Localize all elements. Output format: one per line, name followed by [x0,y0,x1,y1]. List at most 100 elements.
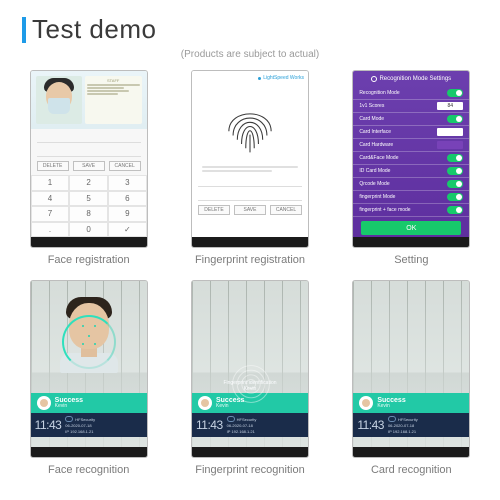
info-bar: 11:43 HFSecurity 06-2020-07-18 IP 192.16… [353,413,469,437]
clock: 11:43 [357,418,384,432]
fp-input-1[interactable] [198,175,302,187]
key-6[interactable]: 6 [108,191,147,207]
caption-card-recognition: Card recognition [371,464,452,476]
key-5[interactable]: 5 [69,191,108,207]
success-banner: Success Kevin [192,393,308,413]
android-nav-bar [31,237,147,247]
android-nav-bar [192,447,308,457]
page-title: Test demo [32,14,156,45]
key-dot[interactable]: . [31,222,70,238]
toggle-icon[interactable] [447,193,463,201]
phone-face-registration: STAFF DELETE SAVE CANCEL 1 2 3 4 5 6 7 [30,70,148,248]
brand-name: HFSecurity [398,417,418,422]
key-4[interactable]: 4 [31,191,70,207]
key-0[interactable]: 0 [69,222,108,238]
key-1[interactable]: 1 [31,175,70,191]
gear-icon [371,76,377,82]
fp-header: LightSpeed Works [192,71,308,85]
phone-fingerprint-recognition: Fingerprint identificationKevin Success … [191,280,309,458]
row-fp-face-mode[interactable]: fingerprint + face mode [353,204,469,217]
ip-text: IP 192.168.1.21 [227,429,257,434]
row-cardface-mode[interactable]: Card&Face Mode [353,152,469,165]
success-banner: Success Kevin [353,393,469,413]
save-button[interactable]: SAVE [73,161,105,171]
fingerprint-icon [218,89,282,163]
fp-cancel-button[interactable]: CANCEL [270,205,302,215]
caption-face-recognition: Face recognition [48,464,129,476]
row-card-mode[interactable]: Card Mode [353,113,469,126]
select-icon[interactable] [437,141,463,149]
score-input[interactable]: 84 [437,102,463,110]
toggle-icon[interactable] [447,167,463,175]
date-text: 06-2020-07-18 [388,423,418,428]
clock: 11:43 [196,418,223,432]
toggle-icon[interactable] [447,206,463,214]
key-8[interactable]: 8 [69,206,108,222]
brand-name: HFSecurity [237,417,257,422]
android-nav-bar [31,447,147,457]
android-nav-bar [192,237,308,247]
brand-logo-icon [388,416,396,422]
page-title-row: Test demo [22,14,478,45]
select-icon[interactable] [437,128,463,136]
caption-setting: Setting [394,254,428,266]
toggle-icon[interactable] [447,180,463,188]
date-text: 06-2020-07-18 [65,423,95,428]
success-name: Kevin [377,404,405,409]
key-3[interactable]: 3 [108,175,147,191]
avatar-icon [198,396,212,410]
item-fingerprint-registration: LightSpeed Works DELETE SAVE CANCEL [183,70,316,266]
info-bar: 11:43 HFSecurity 06-2020-07-18 IP 192.16… [192,413,308,437]
phone-setting: Recognition Mode Settings Recognition Mo… [352,70,470,248]
android-nav-bar [353,447,469,457]
caption-fingerprint-registration: Fingerprint registration [195,254,305,266]
row-card-interface[interactable]: Card Interface [353,126,469,139]
fp-delete-button[interactable]: DELETE [198,205,230,215]
id-card-preview: STAFF [85,76,142,124]
phone-fingerprint-registration: LightSpeed Works DELETE SAVE CANCEL [191,70,309,248]
row-recognition-mode[interactable]: Recognition Mode [353,87,469,100]
phone-card-recognition: Success Kevin 11:43 HFSecurity 06-2020-0… [352,280,470,458]
clock: 11:43 [35,418,62,432]
item-setting: Recognition Mode Settings Recognition Mo… [345,70,478,266]
brand-name: HFSecurity [75,417,95,422]
row-card-hardware[interactable]: Card Hardware [353,139,469,152]
settings-title: Recognition Mode Settings [353,71,469,87]
item-fingerprint-recognition: Fingerprint identificationKevin Success … [183,280,316,476]
date-text: 06-2020-07-18 [227,423,257,428]
row-idcard-mode[interactable]: ID Card Mode [353,165,469,178]
staff-label: STAFF [87,78,140,83]
face-reg-top: STAFF [31,71,147,129]
ip-text: IP 192.168.1.21 [388,429,418,434]
item-face-recognition: Success Kevin 11:43 HFSecurity 06-2020-0… [22,280,155,476]
item-card-recognition: Success Kevin 11:43 HFSecurity 06-2020-0… [345,280,478,476]
key-9[interactable]: 9 [108,206,147,222]
row-qrcode-mode[interactable]: Qrcode Mode [353,178,469,191]
success-name: Kevin [55,404,83,409]
fp-save-button[interactable]: SAVE [234,205,266,215]
fp-input-2[interactable] [198,189,302,201]
item-face-registration: STAFF DELETE SAVE CANCEL 1 2 3 4 5 6 7 [22,70,155,266]
title-accent [22,17,26,43]
input-field-2[interactable] [37,145,141,157]
key-ok[interactable]: ✓ [108,222,147,238]
phone-face-recognition: Success Kevin 11:43 HFSecurity 06-2020-0… [30,280,148,458]
row-1v1-scores[interactable]: 1v1 Scores84 [353,100,469,113]
toggle-icon[interactable] [447,115,463,123]
input-field-1[interactable] [37,131,141,143]
numpad: 1 2 3 4 5 6 7 8 9 . 0 ✓ [31,175,147,237]
demo-grid: STAFF DELETE SAVE CANCEL 1 2 3 4 5 6 7 [22,70,478,476]
fingerprint-icon [228,361,274,407]
toggle-icon[interactable] [447,89,463,97]
key-2[interactable]: 2 [69,175,108,191]
row-fingerprint-mode[interactable]: fingerprint Mode [353,191,469,204]
delete-button[interactable]: DELETE [37,161,69,171]
fp-brand: LightSpeed Works [263,75,304,81]
avatar-icon [359,396,373,410]
cancel-button[interactable]: CANCEL [109,161,141,171]
key-7[interactable]: 7 [31,206,70,222]
success-name: Kevin [216,404,244,409]
toggle-icon[interactable] [447,154,463,162]
ok-button[interactable]: OK [361,221,461,235]
face-landmarks-icon [64,313,114,363]
